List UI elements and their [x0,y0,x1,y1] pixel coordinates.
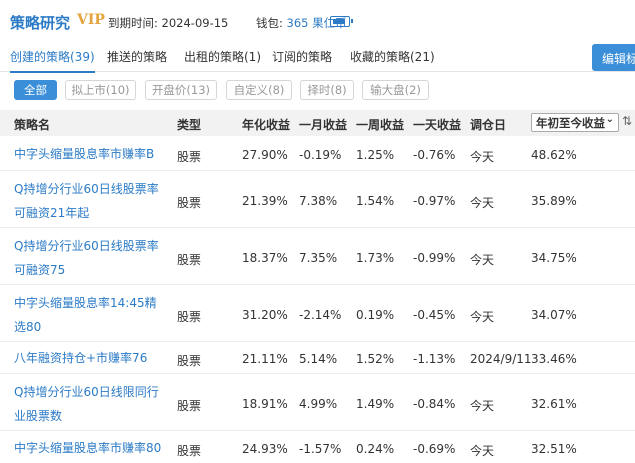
filter-open-price[interactable]: 开盘价(13) [145,80,217,100]
table-row[interactable]: 中字头缩量股息率14:45精选80 股票 31.20% -2.14% 0.19% -0.4… [0,285,635,342]
cell-annual: 31.20% [242,307,288,322]
cell-week: 1.25% [356,148,395,162]
cell-rebalance: 今天 [470,252,495,267]
cell-ytd: 32.61% [531,396,577,411]
cell-rebalance: 2024/9/11 [470,352,532,366]
filter-timing[interactable]: 择时(8) [300,80,354,100]
cell-ytd: 34.07% [531,307,577,322]
table-header: 策略名 类型 年化收益 一月收益 一周收益 一天收益 调仓日 年初至今收益 ⌄ ⇅ [0,110,635,136]
sort-order-icon[interactable]: ⇅ [622,114,632,128]
cell-annual: 27.90% [242,148,288,162]
cell-day: -1.13% [413,352,456,366]
strategy-name-link[interactable]: Q持增分行业60日线股票率可融资75 [14,234,164,282]
cell-week: 0.24% [356,442,395,456]
cell-month: 4.99% [299,396,338,411]
strategy-name-link[interactable]: 八年融资持仓+市赚率76 [14,346,164,370]
cell-month: 7.38% [299,193,338,208]
table-row[interactable]: Q持增分行业60日线限同行业股票数 股票 18.91% 4.99% 1.49% -0.84… [0,374,635,431]
cell-annual: 18.37% [242,250,288,265]
cell-type: 股票 [177,309,202,324]
cell-week: 1.52% [356,352,395,366]
edit-tags-button[interactable]: 编辑标 [592,44,635,71]
app-title: 策略研究 [10,14,71,32]
strategy-name-link[interactable]: Q持增分行业60日线股票率可融资21年起 [14,177,164,225]
wallet-battery-icon [330,16,353,27]
cell-ytd: 35.89% [531,193,577,208]
cell-month: -1.57% [299,442,342,456]
cell-day: -0.84% [413,396,456,411]
filter-ipo[interactable]: 拟上市(10) [65,80,136,100]
cell-rebalance: 今天 [470,195,495,210]
tab-subscribed[interactable]: 订阅的策略 [272,48,332,65]
cell-type: 股票 [177,252,202,267]
tab-pushed[interactable]: 推送的策略 [107,48,167,65]
cell-rebalance: 今天 [470,444,495,458]
cell-month: -0.19% [299,148,342,162]
cell-ytd: 33.46% [531,352,577,366]
filter-bar: 全部 拟上市(10) 开盘价(13) 自定义(8) 择时(8) 输大盘(2) [0,80,635,102]
col-month[interactable]: 一月收益 [299,116,347,133]
cell-type: 股票 [177,354,202,368]
cell-type: 股票 [177,398,202,413]
vip-badge: VIP [77,12,105,28]
strategy-name-link[interactable]: Q持增分行业60日线限同行业股票数 [14,380,164,428]
cell-rebalance: 今天 [470,398,495,413]
cell-day: -0.99% [413,250,456,265]
strategy-name-link[interactable]: 中字头缩量股息率市赚率80 [14,436,164,460]
chevron-down-icon: ⌄ [605,114,614,125]
col-type[interactable]: 类型 [177,116,201,133]
col-week[interactable]: 一周收益 [356,116,404,133]
cell-ytd: 32.51% [531,442,577,456]
wallet-label: 钱包: [256,16,287,30]
cell-type: 股票 [177,444,202,458]
cell-month: 7.35% [299,250,338,265]
cell-annual: 21.11% [242,352,288,366]
cell-day: -0.97% [413,193,456,208]
col-day[interactable]: 一天收益 [413,116,461,133]
sort-column-select[interactable]: 年初至今收益 ⌄ [531,113,619,132]
strategy-name-link[interactable]: 中字头缩量股息率市赚率B [14,142,164,166]
table-row[interactable]: Q持增分行业60日线股票率可融资75 股票 18.37% 7.35% 1.73% -0.9… [0,228,635,285]
header: 策略研究 VIP 到期时间: 2024-09-15 钱包: 365 果仁币 [0,0,635,42]
cell-annual: 24.93% [242,442,288,456]
tab-rented[interactable]: 出租的策略(1) [184,48,261,65]
filter-all[interactable]: 全部 [14,80,57,100]
cell-week: 0.19% [356,307,395,322]
col-name[interactable]: 策略名 [14,116,50,133]
col-rebalance[interactable]: 调仓日 [470,116,506,133]
cell-annual: 18.91% [242,396,288,411]
cell-rebalance: 今天 [470,150,495,164]
tab-favorites[interactable]: 收藏的策略(21) [350,48,435,65]
cell-rebalance: 今天 [470,309,495,324]
cell-week: 1.73% [356,250,395,265]
cell-week: 1.49% [356,396,395,411]
strategy-tabs: 创建的策略(39) 推送的策略 出租的策略(1) 订阅的策略 收藏的策略(21) [0,42,635,73]
filter-custom[interactable]: 自定义(8) [226,80,292,100]
expire-date: 到期时间: 2024-09-15 [108,16,229,30]
cell-ytd: 48.62% [531,148,577,162]
cell-day: -0.76% [413,148,456,162]
cell-day: -0.69% [413,442,456,456]
table-row[interactable]: Q持增分行业60日线股票率可融资21年起 股票 21.39% 7.38% 1.54% -0… [0,171,635,228]
cell-type: 股票 [177,150,202,164]
cell-month: -2.14% [299,307,342,322]
table-row[interactable]: 中字头缩量股息率市赚率B 股票 27.90% -0.19% 1.25% -0.76% 今天 4… [0,137,635,171]
sort-select-label: 年初至今收益 [536,116,605,130]
col-annual[interactable]: 年化收益 [242,116,290,133]
table-row[interactable]: 中字头缩量股息率市赚率80 股票 24.93% -1.57% 0.24% -0.69% 今天… [0,431,635,463]
cell-week: 1.54% [356,193,395,208]
tab-created[interactable]: 创建的策略(39) [10,48,95,73]
cell-day: -0.45% [413,307,456,322]
cell-ytd: 34.75% [531,250,577,265]
strategy-name-link[interactable]: 中字头缩量股息率14:45精选80 [14,291,164,339]
filter-beat-market[interactable]: 输大盘(2) [362,80,429,100]
cell-annual: 21.39% [242,193,288,208]
table-row[interactable]: 八年融资持仓+市赚率76 股票 21.11% 5.14% 1.52% -1.13% 2024… [0,342,635,374]
cell-month: 5.14% [299,352,338,366]
cell-type: 股票 [177,195,202,210]
